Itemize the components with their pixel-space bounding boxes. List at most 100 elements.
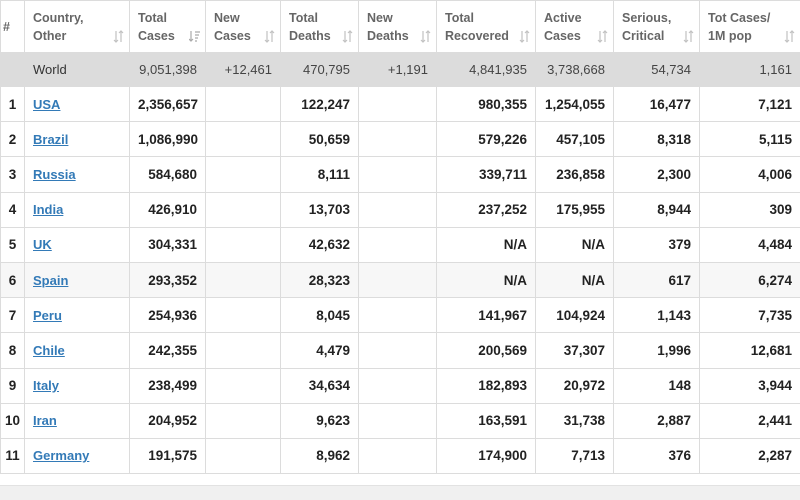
column-header-index: # [0, 0, 25, 53]
cases-per-1m-cell: 2,287 [699, 437, 800, 475]
country-link[interactable]: Spain [33, 273, 68, 288]
world-index-cell [0, 52, 25, 87]
column-header-label: Tot Cases/1M pop [708, 10, 771, 43]
serious-critical-cell: 2,887 [613, 402, 700, 439]
total-deaths-cell: 122,247 [280, 85, 359, 123]
horizontal-scrollbar[interactable] [0, 485, 800, 500]
active-cases-cell: N/A [535, 261, 614, 299]
column-header-total-recovered[interactable]: Total Recovered [436, 0, 536, 53]
column-header-label: Total Deaths [289, 10, 331, 43]
sort-arrows-icon[interactable] [519, 30, 530, 43]
world-total-deaths: 470,795 [280, 52, 359, 87]
sort-arrows-icon[interactable] [683, 30, 694, 43]
new-deaths-cell [358, 156, 437, 193]
sort-arrows-icon[interactable] [264, 30, 275, 43]
country-link[interactable]: India [33, 202, 63, 217]
row-index: 11 [0, 437, 25, 475]
country-link[interactable]: Russia [33, 167, 76, 182]
column-header-total-deaths[interactable]: Total Deaths [280, 0, 359, 53]
country-link[interactable]: USA [33, 97, 60, 112]
active-cases-cell: 236,858 [535, 156, 614, 193]
header-row: # Country, Other Total Cases New Cases Total Dea… [0, 0, 800, 53]
total-deaths-cell: 42,632 [280, 226, 359, 263]
row-index: 7 [0, 297, 25, 334]
column-header-country[interactable]: Country, Other [24, 0, 130, 53]
total-deaths-cell: 9,623 [280, 402, 359, 439]
new-cases-cell [205, 261, 281, 299]
row-index: 1 [0, 85, 25, 123]
table-row: 8 Chile 242,355 4,479 200,569 37,307 1,996 12,6… [0, 332, 800, 369]
table-row: 1 USA 2,356,657 122,247 980,355 1,254,055 16,4… [0, 85, 800, 123]
country-cell: Brazil [24, 121, 130, 158]
country-cell: Spain [24, 261, 130, 299]
table-row: 5 UK 304,331 42,632 N/A N/A 379 4,484 [0, 226, 800, 263]
total-recovered-cell: 163,591 [436, 402, 536, 439]
new-deaths-cell [358, 85, 437, 123]
country-cell: Germany [24, 437, 130, 475]
sort-descending-icon[interactable] [188, 30, 200, 43]
country-link[interactable]: Brazil [33, 132, 68, 147]
country-link[interactable]: Iran [33, 413, 57, 428]
country-link[interactable]: Peru [33, 308, 62, 323]
active-cases-cell: 20,972 [535, 367, 614, 404]
serious-critical-cell: 8,318 [613, 121, 700, 158]
active-cases-cell: 175,955 [535, 191, 614, 228]
table-row: 9 Italy 238,499 34,634 182,893 20,972 148 3,944 [0, 367, 800, 404]
total-cases-cell: 584,680 [129, 156, 206, 193]
total-recovered-cell: 182,893 [436, 367, 536, 404]
sort-arrows-icon[interactable] [784, 30, 795, 43]
serious-critical-cell: 148 [613, 367, 700, 404]
cases-per-1m-cell: 309 [699, 191, 800, 228]
total-cases-cell: 238,499 [129, 367, 206, 404]
country-link[interactable]: Germany [33, 448, 89, 463]
country-cell: Peru [24, 297, 130, 334]
column-header-cases-per-1m[interactable]: Tot Cases/1M pop [699, 0, 800, 53]
total-deaths-cell: 8,111 [280, 156, 359, 193]
new-deaths-cell [358, 367, 437, 404]
country-cell: UK [24, 226, 130, 263]
world-active-cases: 3,738,668 [535, 52, 614, 87]
sort-arrows-icon[interactable] [342, 30, 353, 43]
world-cases-per-1m: 1,161 [699, 52, 800, 87]
column-header-active-cases[interactable]: Active Cases [535, 0, 614, 53]
column-header-label: New Deaths [367, 10, 409, 43]
total-cases-cell: 254,936 [129, 297, 206, 334]
sort-arrows-icon[interactable] [420, 30, 431, 43]
table-row: 6 Spain 293,352 28,323 N/A N/A 617 6,274 [0, 261, 800, 299]
country-cell: Chile [24, 332, 130, 369]
world-serious-critical: 54,734 [613, 52, 700, 87]
new-cases-cell [205, 402, 281, 439]
new-cases-cell [205, 191, 281, 228]
serious-critical-cell: 376 [613, 437, 700, 475]
country-link[interactable]: Italy [33, 378, 59, 393]
cases-per-1m-cell: 4,006 [699, 156, 800, 193]
row-index: 5 [0, 226, 25, 263]
new-cases-cell [205, 121, 281, 158]
active-cases-cell: 104,924 [535, 297, 614, 334]
country-cell: Italy [24, 367, 130, 404]
row-index: 3 [0, 156, 25, 193]
sort-arrows-icon[interactable] [597, 30, 608, 43]
country-link[interactable]: Chile [33, 343, 65, 358]
total-cases-cell: 2,356,657 [129, 85, 206, 123]
new-cases-cell [205, 85, 281, 123]
table-row: 2 Brazil 1,086,990 50,659 579,226 457,105 8,31… [0, 121, 800, 158]
column-header-new-cases[interactable]: New Cases [205, 0, 281, 53]
country-link[interactable]: UK [33, 237, 52, 252]
serious-critical-cell: 2,300 [613, 156, 700, 193]
new-cases-cell [205, 297, 281, 334]
world-new-cases: +12,461 [205, 52, 281, 87]
column-header-new-deaths[interactable]: New Deaths [358, 0, 437, 53]
sort-arrows-icon[interactable] [113, 30, 124, 43]
row-index: 10 [0, 402, 25, 439]
country-cell: India [24, 191, 130, 228]
serious-critical-cell: 16,477 [613, 85, 700, 123]
column-header-serious-critical[interactable]: Serious, Critical [613, 0, 700, 53]
active-cases-cell: 7,713 [535, 437, 614, 475]
column-header-label: Country, Other [33, 10, 84, 43]
covid-stats-table: # Country, Other Total Cases New Cases Total Dea… [0, 0, 800, 475]
total-cases-cell: 191,575 [129, 437, 206, 475]
column-header-total-cases[interactable]: Total Cases [129, 0, 206, 53]
cases-per-1m-cell: 3,944 [699, 367, 800, 404]
cases-per-1m-cell: 7,121 [699, 85, 800, 123]
